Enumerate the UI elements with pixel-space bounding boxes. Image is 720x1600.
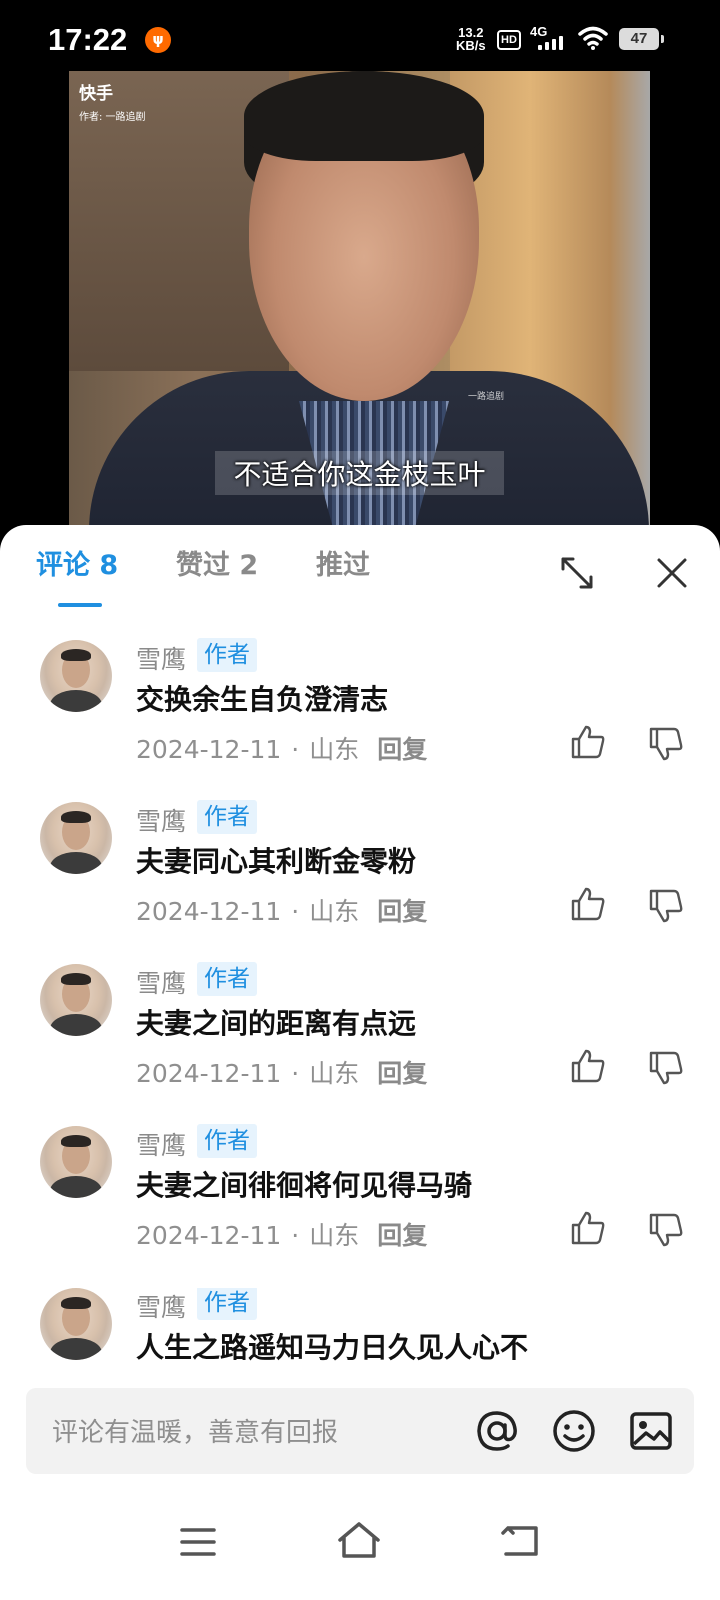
close-icon[interactable] [654, 555, 690, 591]
reply-button[interactable]: 回复 [377, 1059, 427, 1088]
comment-username[interactable]: 雪鹰 [136, 802, 186, 838]
author-badge: 作者 [197, 638, 257, 672]
status-time: 17:22 [48, 22, 128, 57]
comment-location: 山东 [309, 735, 360, 764]
comment-meta: 2024-12-11 · 山东 回复 [136, 1059, 428, 1088]
network-speed-unit: KB/s [456, 38, 486, 53]
comment-location: 山东 [309, 1059, 360, 1088]
tab-likes[interactable]: 赞过 2 [176, 543, 258, 582]
reply-button[interactable]: 回复 [377, 735, 427, 764]
wifi-icon [578, 26, 608, 50]
comment-meta: 2024-12-11 · 山东 回复 [136, 897, 428, 926]
comment-input-placeholder[interactable]: 评论有温暖，善意有回报 [52, 1412, 338, 1449]
author-badge: 作者 [197, 800, 257, 834]
video-author: 作者: 一路追剧 [79, 112, 146, 123]
network-speed: 13.2 KB/s [456, 26, 486, 52]
video-watermark: 一路追剧 [467, 392, 504, 402]
thumbs-up-icon[interactable] [570, 1210, 606, 1246]
comment-username[interactable]: 雪鹰 [136, 1288, 186, 1324]
comment-meta: 2024-12-11 · 山东 回复 [136, 735, 428, 764]
home-icon[interactable] [336, 1520, 382, 1560]
menu-icon[interactable] [180, 1526, 216, 1558]
thumbs-up-icon[interactable] [570, 724, 606, 760]
comment-username[interactable]: 雪鹰 [136, 1126, 186, 1162]
thumbs-down-icon[interactable] [648, 1050, 684, 1086]
comment-date: 2024-12-11 [136, 1221, 282, 1250]
app-logo-text: 快手 [79, 84, 113, 104]
mention-icon[interactable] [474, 1408, 520, 1454]
comment-item: 雪鹰 作者 夫妻之间徘徊将何见得马骑 2024-12-11 · 山东 回复 [0, 1124, 720, 1286]
image-icon[interactable] [628, 1408, 674, 1454]
thumbs-down-icon[interactable] [648, 1212, 684, 1248]
avatar[interactable] [40, 802, 112, 874]
comment-item: 雪鹰 作者 交换余生自负澄清志 2024-12-11 · 山东 回复 [0, 638, 720, 800]
hd-icon: HD [497, 30, 521, 50]
thumbs-up-icon[interactable] [570, 886, 606, 922]
comment-username[interactable]: 雪鹰 [136, 640, 186, 676]
comment-text: 夫妻之间徘徊将何见得马骑 [136, 1169, 473, 1202]
emoji-icon[interactable] [551, 1408, 597, 1454]
comment-meta: 2024-12-11 · 山东 回复 [136, 1221, 428, 1250]
author-badge: 作者 [197, 1288, 257, 1320]
avatar[interactable] [40, 964, 112, 1036]
comment-location: 山东 [309, 1221, 360, 1250]
author-badge: 作者 [197, 1124, 257, 1158]
comment-item: 雪鹰 作者 夫妻同心其利断金零粉 2024-12-11 · 山东 回复 [0, 800, 720, 962]
comment-username[interactable]: 雪鹰 [136, 964, 186, 1000]
avatar[interactable] [40, 1288, 112, 1360]
comment-text: 交换余生自负澄清志 [136, 683, 389, 716]
avatar[interactable] [40, 1126, 112, 1198]
tab-comments[interactable]: 评论 8 [36, 543, 118, 582]
thumbs-up-icon[interactable] [570, 1048, 606, 1084]
comment-text: 人生之路遥知马力日久见人心不 [136, 1331, 529, 1364]
comment-date: 2024-12-11 [136, 897, 282, 926]
active-tab-indicator [58, 603, 102, 607]
status-bar: 17:22 ψ 13.2 KB/s HD 4G 47 [0, 0, 720, 80]
signal-icon [538, 36, 570, 50]
tab-recommends[interactable]: 推过 [316, 543, 370, 582]
notification-app-icon: ψ [145, 27, 171, 53]
kuaishou-logo: 快手 作者: 一路追剧 [79, 79, 146, 123]
video-player[interactable]: 快手 作者: 一路追剧 一路追剧 不适合你这金枝玉叶 [69, 71, 650, 531]
comment-date: 2024-12-11 [136, 735, 282, 764]
comment-location: 山东 [309, 897, 360, 926]
comment-item: 雪鹰 作者 人生之路遥知马力日久见人心不 [0, 1288, 720, 1378]
comment-text: 夫妻之间的距离有点远 [136, 1007, 417, 1040]
comment-text: 夫妻同心其利断金零粉 [136, 845, 417, 878]
comment-input-bar[interactable]: 评论有温暖，善意有回报 [26, 1388, 694, 1474]
reply-button[interactable]: 回复 [377, 897, 427, 926]
battery-indicator: 47 [619, 28, 664, 50]
back-icon[interactable] [500, 1524, 540, 1558]
avatar[interactable] [40, 640, 112, 712]
expand-icon[interactable] [559, 555, 595, 591]
subtitle-text: 不适合你这金枝玉叶 [215, 451, 504, 495]
video-subtitle: 不适合你这金枝玉叶 [69, 451, 650, 495]
comment-item: 雪鹰 作者 夫妻之间的距离有点远 2024-12-11 · 山东 回复 [0, 962, 720, 1124]
thumbs-down-icon[interactable] [648, 888, 684, 924]
reply-button[interactable]: 回复 [377, 1221, 427, 1250]
comment-date: 2024-12-11 [136, 1059, 282, 1088]
author-badge: 作者 [197, 962, 257, 996]
system-navigation-bar [0, 1490, 720, 1600]
thumbs-down-icon[interactable] [648, 726, 684, 762]
